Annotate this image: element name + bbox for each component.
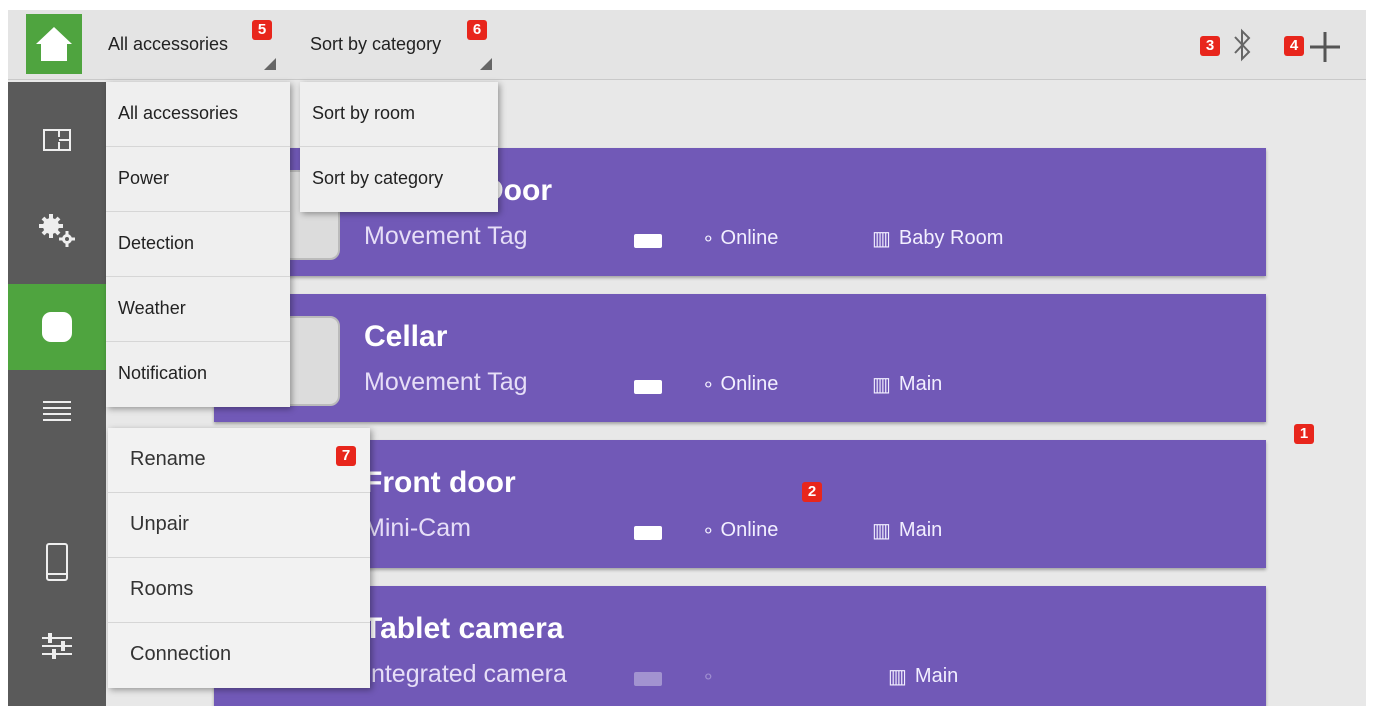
top-bar: All accessories 5 Sort by category 6 3 4	[8, 10, 1366, 80]
annotation-badge-7: 7	[336, 446, 356, 466]
battery-icon	[634, 380, 662, 394]
connection-status: ∘ Online	[702, 372, 778, 397]
bluetooth-icon: ∘	[702, 228, 715, 250]
home-icon	[36, 27, 72, 61]
room-icon: ▥	[872, 520, 891, 542]
sidebar	[8, 82, 106, 706]
battery-icon	[634, 234, 662, 248]
sidebar-item-preferences[interactable]	[8, 614, 106, 678]
gears-icon	[39, 214, 75, 247]
dropdown-triangle-icon	[264, 58, 276, 70]
room-name: Main	[898, 373, 943, 395]
accessory-name: Cellar	[364, 320, 448, 353]
floorplan-icon	[43, 129, 71, 151]
menu-item-connection[interactable]: Connection	[108, 623, 370, 688]
menu-item-rooms[interactable]: Rooms	[108, 558, 370, 623]
sort-dropdown-menu: Sort by room Sort by category	[300, 82, 498, 212]
accessory-card[interactable]: Tablet camera Integrated camera ∘ ▥ Main	[214, 586, 1266, 706]
room-label: ▥ Baby Room	[872, 226, 1003, 251]
bluetooth-icon: ∘	[702, 374, 715, 396]
connection-status: ∘	[702, 664, 721, 689]
annotation-badge-5: 5	[252, 20, 272, 40]
room-name: Baby Room	[898, 227, 1004, 249]
accessory-type: Integrated camera	[364, 660, 567, 688]
sidebar-item-settings[interactable]	[8, 198, 106, 262]
menu-item-all-accessories[interactable]: All accessories	[106, 82, 290, 147]
menu-item-sort-by-category[interactable]: Sort by category	[300, 147, 498, 212]
menu-item-weather[interactable]: Weather	[106, 277, 290, 342]
plus-icon[interactable]	[1308, 30, 1342, 64]
filter-dropdown-menu: All accessories Power Detection Weather …	[106, 82, 290, 407]
sidebar-item-device[interactable]	[8, 530, 106, 594]
room-icon: ▥	[888, 666, 907, 688]
connection-status: ∘ Online	[702, 518, 778, 543]
battery-icon	[634, 526, 662, 540]
bluetooth-icon[interactable]	[1230, 28, 1254, 62]
sidebar-item-floorplan[interactable]	[8, 108, 106, 172]
accessory-type: Movement Tag	[364, 222, 528, 250]
sliders-icon	[42, 633, 72, 659]
room-label: ▥ Main	[872, 518, 942, 543]
sidebar-item-accessories[interactable]	[8, 284, 106, 370]
room-label: ▥ Main	[872, 372, 942, 397]
accessory-type: Movement Tag	[364, 368, 528, 396]
annotation-badge-6: 6	[467, 20, 487, 40]
room-name: Main	[914, 665, 959, 687]
menu-item-detection[interactable]: Detection	[106, 212, 290, 277]
annotation-badge-4: 4	[1284, 36, 1304, 56]
bluetooth-icon: ∘	[702, 520, 715, 542]
context-menu: Rename Unpair Rooms Connection	[108, 428, 370, 688]
status-text: Online	[720, 227, 779, 249]
annotation-badge-3: 3	[1200, 36, 1220, 56]
status-text: Online	[720, 373, 779, 395]
menu-item-notification[interactable]: Notification	[106, 342, 290, 407]
accessory-name: Front door	[364, 466, 516, 499]
room-icon: ▥	[872, 228, 891, 250]
home-button[interactable]	[26, 14, 82, 74]
accessory-name: Tablet camera	[364, 612, 564, 645]
dropdown-triangle-icon	[480, 58, 492, 70]
accessory-card[interactable]: Cellar Movement Tag ∘ Online ▥ Main	[214, 294, 1266, 422]
annotation-badge-1: 1	[1294, 424, 1314, 444]
phone-icon	[46, 543, 68, 581]
menu-item-sort-by-room[interactable]: Sort by room	[300, 82, 498, 147]
status-text: Online	[720, 519, 779, 541]
room-label: ▥ Main	[888, 664, 958, 689]
accessory-icon	[42, 312, 72, 342]
accessory-type: Mini-Cam	[364, 514, 471, 542]
list-icon	[43, 401, 71, 421]
battery-icon	[634, 672, 662, 686]
connection-status: ∘ Online	[702, 226, 778, 251]
accessory-card[interactable]: Front door Mini-Cam ∘ Online ▥ Main	[214, 440, 1266, 568]
filter-spinner-label: All accessories	[108, 34, 229, 54]
room-icon: ▥	[872, 374, 891, 396]
room-name: Main	[898, 519, 943, 541]
menu-item-unpair[interactable]: Unpair	[108, 493, 370, 558]
menu-item-rename[interactable]: Rename	[108, 428, 370, 493]
annotation-badge-2: 2	[802, 482, 822, 502]
sort-spinner-label: Sort by category	[310, 34, 442, 54]
menu-item-power[interactable]: Power	[106, 147, 290, 212]
app-window: All accessories 5 Sort by category 6 3 4	[8, 10, 1366, 706]
sidebar-item-list[interactable]	[8, 378, 106, 442]
bluetooth-icon: ∘	[702, 666, 715, 688]
